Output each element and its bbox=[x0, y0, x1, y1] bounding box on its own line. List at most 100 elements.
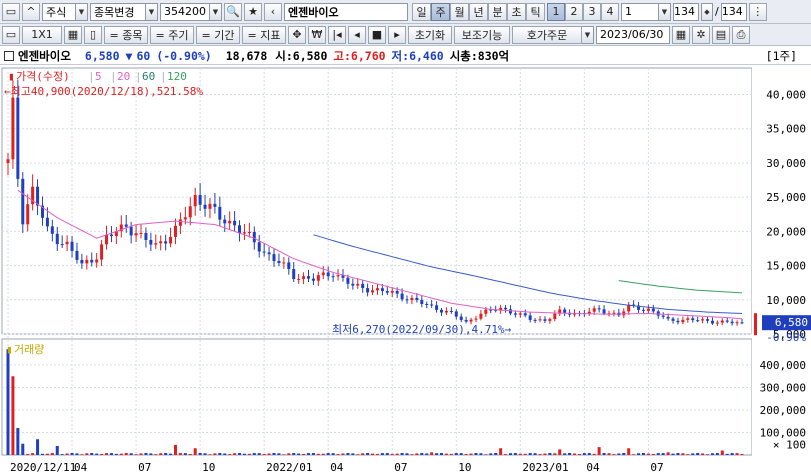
crosshair-icon[interactable]: ✥ bbox=[288, 25, 306, 44]
period-number-tab-0[interactable]: 1 bbox=[547, 2, 565, 21]
info-open-label: 시: bbox=[275, 48, 293, 63]
period-tab-3[interactable]: 년 bbox=[469, 2, 488, 21]
price-chart[interactable]: 40,000 35,000 30,000 25,000 20,000 15,000 10,0… bbox=[0, 66, 811, 475]
stock-code-input[interactable]: 354200 ▼ bbox=[160, 2, 222, 21]
volume-bar bbox=[336, 454, 340, 455]
checkbox-icon[interactable] bbox=[4, 50, 14, 61]
volume-bar bbox=[656, 453, 660, 455]
reset-button[interactable]: 초기화 bbox=[408, 25, 452, 44]
volume-bar bbox=[430, 452, 434, 455]
scroll-right-icon[interactable]: ▸ bbox=[388, 25, 406, 44]
count-stepper-icon[interactable]: ◆ bbox=[701, 2, 713, 21]
calendar-icon[interactable]: ▦ bbox=[672, 25, 690, 44]
volume-bar bbox=[267, 453, 271, 455]
visible-count-input[interactable]: 134 bbox=[673, 2, 699, 21]
layout-button[interactable]: 1X1 bbox=[22, 25, 62, 44]
range-button[interactable]: = 기간 bbox=[196, 25, 240, 44]
volume-bar bbox=[6, 349, 10, 455]
chevron-down-icon[interactable]: ▼ bbox=[146, 2, 158, 21]
candle-body bbox=[267, 252, 271, 255]
candle-body bbox=[242, 232, 246, 234]
period-tab-1[interactable]: 주 bbox=[431, 2, 450, 21]
candle-body bbox=[302, 276, 306, 279]
time-axis-label: 10 bbox=[458, 461, 471, 474]
info-price: 6,580 bbox=[84, 48, 120, 63]
change-stock-select[interactable]: 종목변경 ▼ bbox=[90, 2, 158, 21]
scroll-stop-icon[interactable]: ■ bbox=[368, 25, 386, 44]
period-tab-6[interactable]: 틱 bbox=[526, 2, 545, 21]
search-icon[interactable]: 🔍 bbox=[224, 2, 242, 21]
grid-layout-icon[interactable]: ▦ bbox=[64, 25, 82, 44]
volume-bar bbox=[95, 453, 99, 455]
candle-body bbox=[6, 159, 10, 163]
won-icon[interactable]: ₩ bbox=[308, 25, 326, 44]
volume-bar bbox=[513, 453, 517, 455]
candle-body bbox=[740, 322, 744, 324]
volume-bar bbox=[257, 453, 261, 455]
volume-bar bbox=[548, 452, 552, 455]
candle-body bbox=[21, 178, 25, 225]
favorite-star-icon[interactable]: ★ bbox=[244, 2, 262, 21]
low-annotation: 최저6,270(2022/09/30),4.71%→ bbox=[332, 323, 512, 336]
aux-function-button[interactable]: 보조기능 bbox=[454, 25, 510, 44]
volume-bar bbox=[356, 454, 360, 455]
ma-legend-120: 120 bbox=[167, 70, 187, 83]
candle-body bbox=[701, 319, 705, 321]
period-number-tab-2[interactable]: 3 bbox=[583, 2, 601, 21]
window-menu-icon[interactable]: ▭ bbox=[2, 2, 20, 21]
down-arrow-icon: ▼ bbox=[125, 48, 133, 63]
chevron-down-icon[interactable]: ▼ bbox=[659, 2, 671, 21]
candle-body bbox=[646, 308, 650, 311]
candle-body bbox=[70, 241, 74, 251]
prev-stock-icon[interactable]: ‹ bbox=[264, 2, 282, 21]
candle-body bbox=[425, 303, 429, 305]
candle-body bbox=[233, 220, 237, 226]
period-button[interactable]: = 주기 bbox=[150, 25, 194, 44]
volume-bar bbox=[109, 453, 113, 455]
time-axis-label: 04 bbox=[330, 461, 344, 474]
volume-bar bbox=[494, 452, 498, 455]
chevron-down-icon[interactable]: ▼ bbox=[210, 2, 222, 21]
chevron-down-icon[interactable]: ▼ bbox=[76, 2, 88, 21]
grid-icon[interactable]: ▤ bbox=[712, 25, 730, 44]
print-icon[interactable]: ⎙ bbox=[732, 25, 750, 44]
candle-body bbox=[326, 272, 330, 277]
volume-bar bbox=[676, 453, 680, 455]
candle-body bbox=[351, 283, 355, 286]
volume-bar bbox=[587, 453, 591, 455]
high-annotation: ←최고40,900(2020/12/18),521.58% bbox=[4, 85, 203, 98]
settings-menu-icon[interactable]: ⋮ bbox=[748, 2, 767, 21]
period-number-input[interactable]: 1 ▼ bbox=[621, 2, 671, 21]
quote-order-select[interactable]: 호가주문 ▼ bbox=[512, 25, 594, 44]
volume-bar bbox=[740, 453, 744, 455]
period-tab-2[interactable]: 월 bbox=[450, 2, 469, 21]
volume-bar bbox=[302, 454, 306, 455]
info-high: 6,760 bbox=[350, 48, 386, 63]
ma-legend-5: 5 bbox=[95, 70, 102, 83]
window-menu-icon[interactable]: ▭ bbox=[2, 25, 20, 44]
scroll-first-icon[interactable]: |◂ bbox=[328, 25, 346, 44]
period-tab-0[interactable]: 일 bbox=[412, 2, 431, 21]
date-input[interactable]: 2023/06/30 bbox=[596, 25, 670, 44]
single-layout-icon[interactable]: ▯ bbox=[84, 25, 102, 44]
volume-bar bbox=[252, 453, 256, 455]
stock-button[interactable]: = 종목 bbox=[104, 25, 148, 44]
period-tab-4[interactable]: 분 bbox=[488, 2, 507, 21]
zoom-label[interactable]: [1주] bbox=[766, 48, 797, 64]
scroll-left-icon[interactable]: ◂ bbox=[348, 25, 366, 44]
candle-body bbox=[45, 217, 49, 227]
period-tab-5[interactable]: 초 bbox=[507, 2, 526, 21]
market-select[interactable]: 주식 ▼ bbox=[42, 2, 88, 21]
candle-body bbox=[385, 291, 389, 293]
volume-bar bbox=[533, 453, 537, 455]
period-number-tab-3[interactable]: 4 bbox=[601, 2, 619, 21]
volume-bar bbox=[242, 453, 246, 455]
gear-icon[interactable]: ✲ bbox=[692, 25, 710, 44]
volume-axis-tick: 200,000 bbox=[760, 404, 806, 417]
candle-body bbox=[459, 316, 463, 320]
period-number-tab-1[interactable]: 2 bbox=[565, 2, 583, 21]
volume-bar bbox=[558, 449, 562, 455]
indicator-button[interactable]: = 지표 bbox=[242, 25, 286, 44]
chevron-down-icon[interactable]: ▼ bbox=[582, 25, 594, 44]
collapse-icon[interactable]: ^ bbox=[22, 2, 40, 21]
